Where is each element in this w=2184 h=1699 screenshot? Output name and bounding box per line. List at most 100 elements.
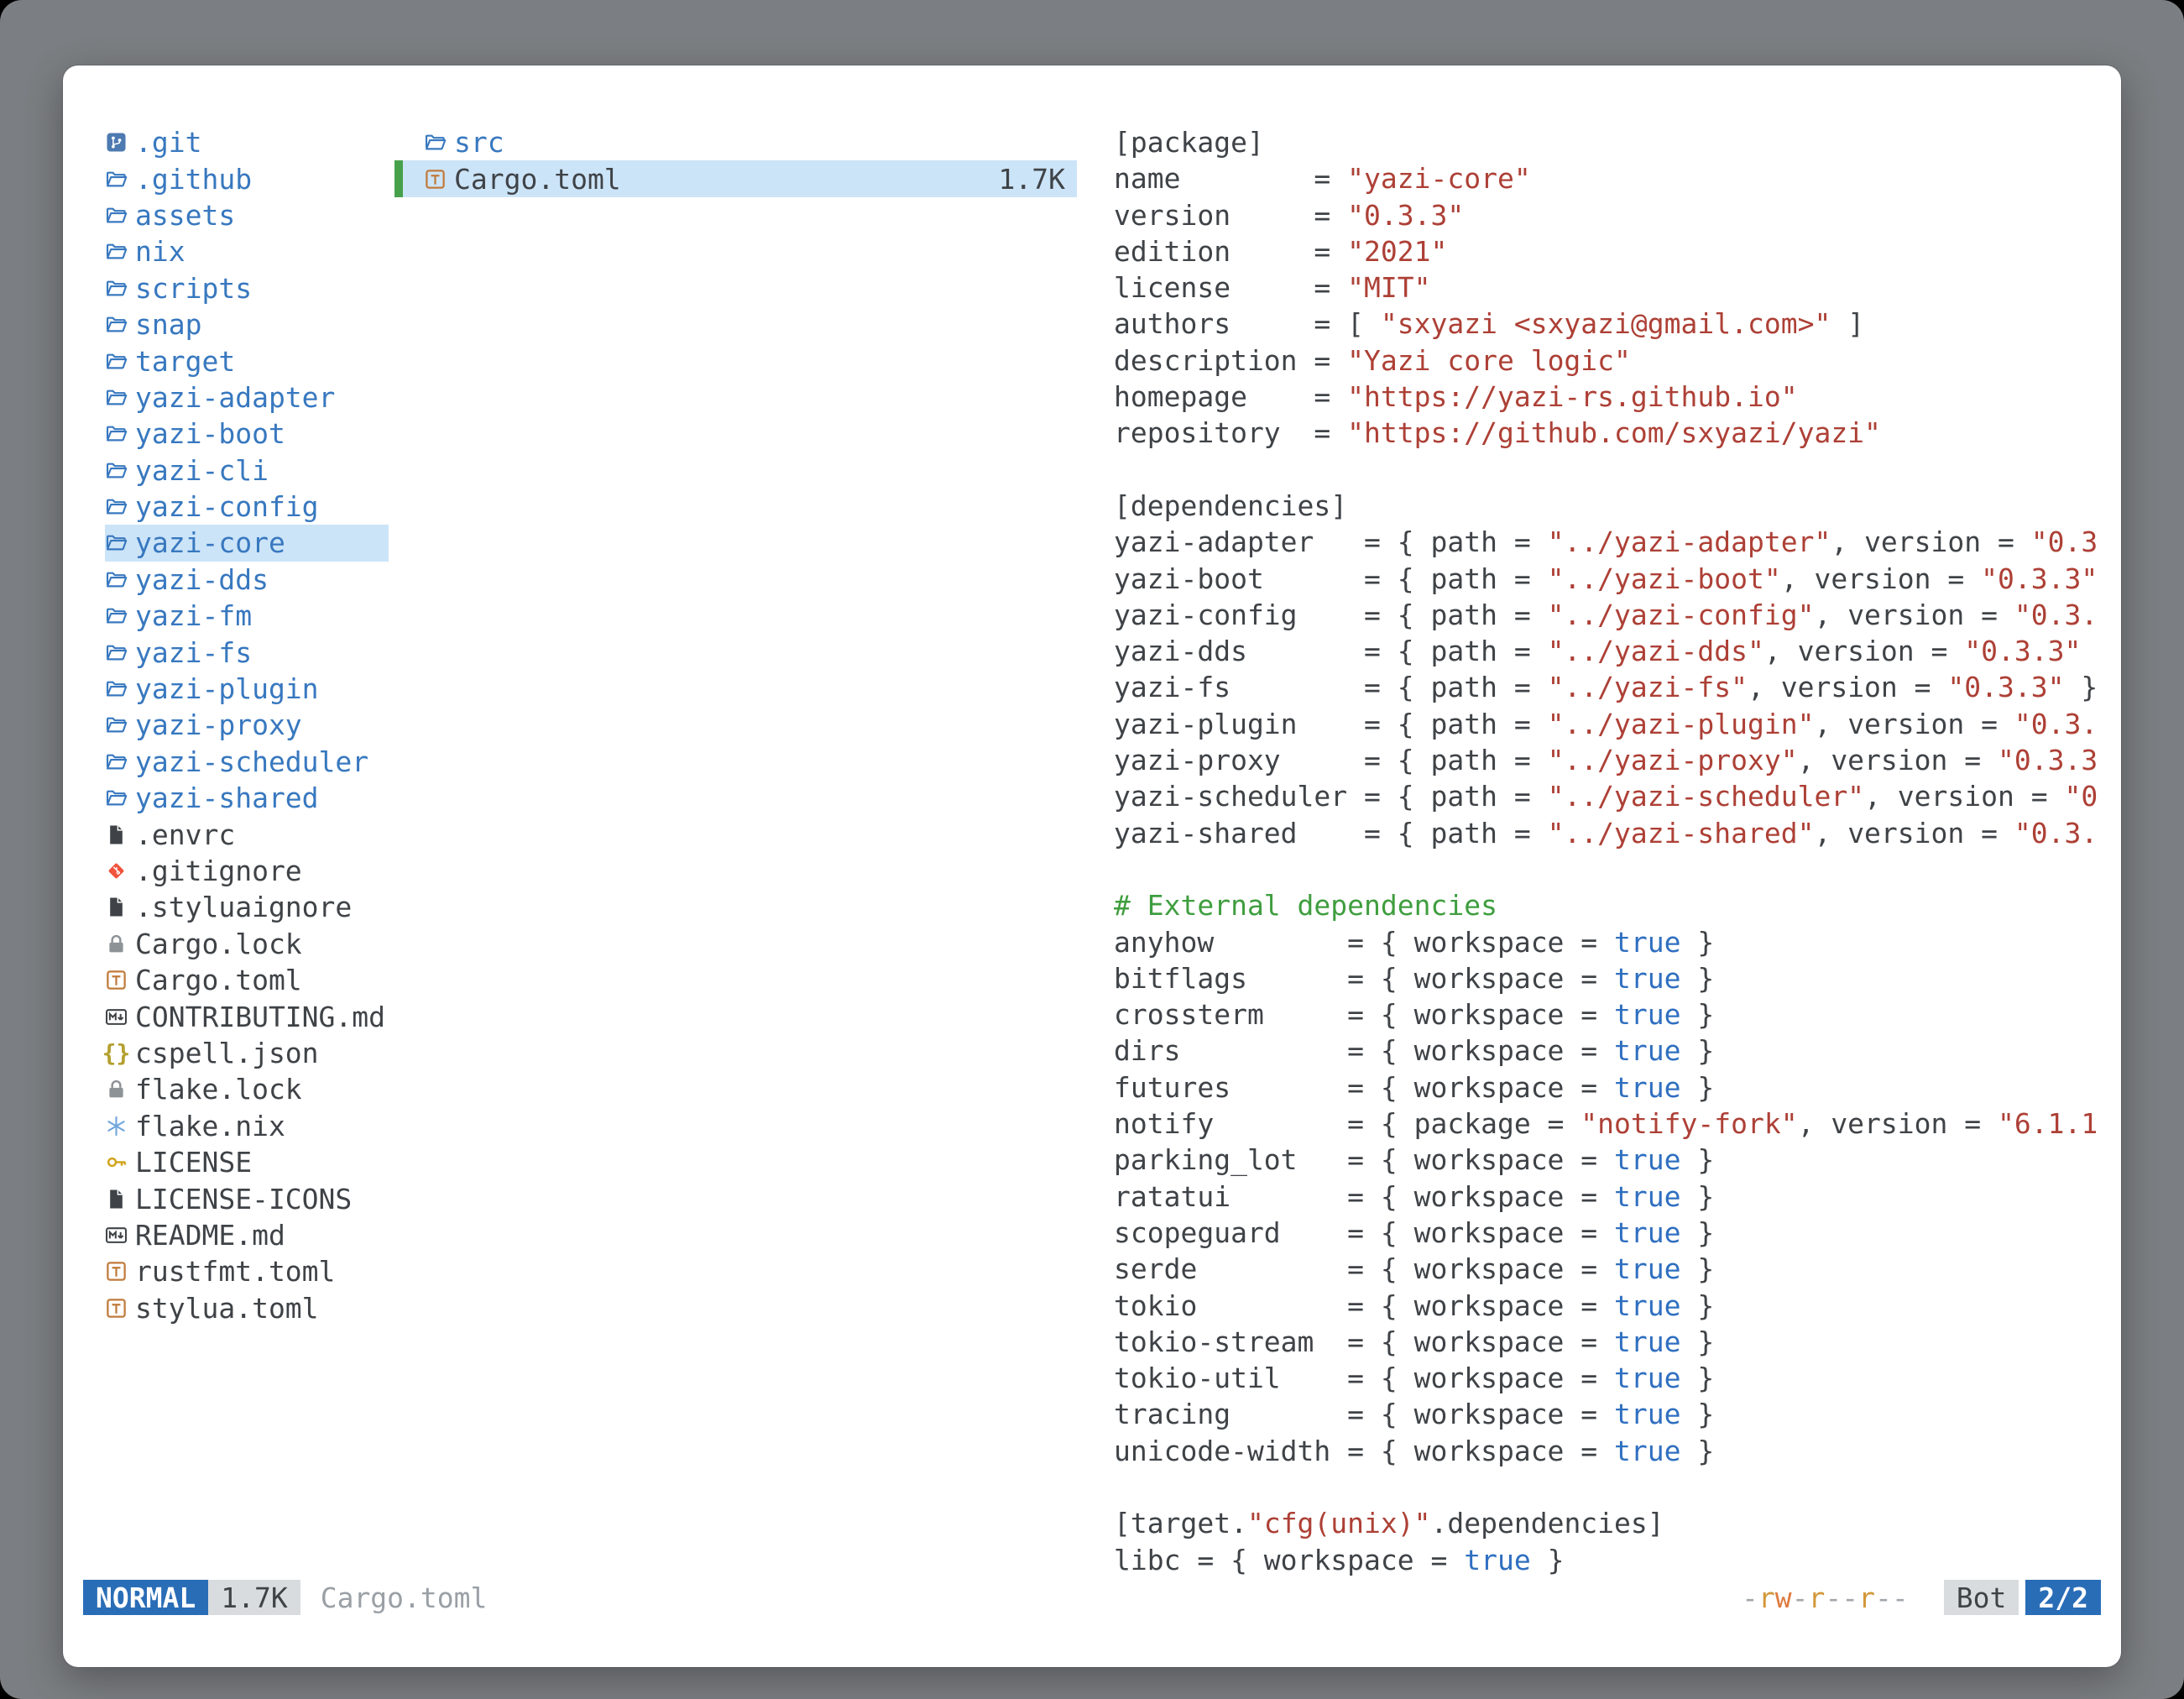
counter-badge: 2/2: [2025, 1580, 2101, 1615]
dir-item[interactable]: snap: [105, 306, 389, 342]
json-icon: {}: [105, 1042, 128, 1064]
code-line: dirs = { workspace = true }: [1114, 1032, 2110, 1069]
file-item[interactable]: README.md: [105, 1217, 389, 1253]
lock-icon: [105, 1078, 128, 1100]
item-label: yazi-boot: [135, 417, 285, 450]
file-item[interactable]: Cargo.toml1.7K: [394, 160, 1077, 196]
dir-item[interactable]: yazi-cli: [105, 452, 389, 489]
parent-pane: .git.githubassetsnixscriptssnaptargetyaz…: [105, 124, 389, 1326]
status-filename: Cargo.toml: [321, 1581, 488, 1614]
code-line: edition = "2021": [1114, 233, 2110, 269]
dir-item[interactable]: yazi-fm: [105, 598, 389, 634]
dir-item[interactable]: yazi-fs: [105, 634, 389, 670]
folder-icon: [105, 422, 128, 445]
toml-icon: [105, 1297, 128, 1320]
dir-item[interactable]: yazi-plugin: [105, 671, 389, 707]
dir-item[interactable]: yazi-proxy: [105, 707, 389, 743]
item-label: scripts: [135, 272, 252, 305]
dir-item[interactable]: yazi-shared: [105, 780, 389, 816]
dir-item[interactable]: target: [105, 342, 389, 379]
folder-icon: [105, 714, 128, 736]
toml-icon: [424, 168, 447, 191]
file-item[interactable]: .styluaignore: [105, 889, 389, 925]
dir-item[interactable]: src: [394, 124, 1077, 160]
file-item[interactable]: Cargo.toml: [105, 962, 389, 998]
dir-item[interactable]: yazi-scheduler: [105, 744, 389, 780]
code-line: parking_lot = { workspace = true }: [1114, 1142, 2110, 1178]
file-item[interactable]: .envrc: [105, 816, 389, 852]
dir-item[interactable]: .github: [105, 160, 389, 196]
code-line: yazi-dds = { path = "../yazi-dds", versi…: [1114, 633, 2110, 669]
item-label: flake.lock: [135, 1073, 302, 1106]
code-line: license = "MIT": [1114, 269, 2110, 306]
code-line: yazi-config = { path = "../yazi-config",…: [1114, 597, 2110, 633]
code-line: ratatui = { workspace = true }: [1114, 1179, 2110, 1215]
item-label: Cargo.toml: [135, 964, 302, 996]
file-item[interactable]: {}cspell.json: [105, 1035, 389, 1071]
dir-item[interactable]: yazi-config: [105, 489, 389, 525]
code-line: tokio = { workspace = true }: [1114, 1288, 2110, 1324]
yazi-window: .git.githubassetsnixscriptssnaptargetyaz…: [63, 65, 2121, 1667]
dir-item[interactable]: scripts: [105, 270, 389, 306]
dir-item[interactable]: nix: [105, 233, 389, 269]
folder-icon: [105, 568, 128, 591]
item-label: .github: [135, 163, 252, 196]
item-label: assets: [135, 199, 235, 232]
folder-icon: [105, 277, 128, 300]
file-size-badge: 1.7K: [208, 1580, 300, 1615]
file-item[interactable]: LICENSE-ICONS: [105, 1180, 389, 1216]
dir-item[interactable]: .git: [105, 124, 389, 160]
dir-item[interactable]: assets: [105, 197, 389, 233]
file-item[interactable]: CONTRIBUTING.md: [105, 998, 389, 1034]
status-bar: NORMAL 1.7K Cargo.toml -rw-r--r-- Bot 2/…: [83, 1580, 2101, 1615]
code-line: crossterm = { workspace = true }: [1114, 996, 2110, 1032]
code-line: tracing = { workspace = true }: [1114, 1396, 2110, 1432]
folder-icon: [105, 168, 128, 191]
code-line: [dependencies]: [1114, 488, 2110, 524]
code-line: [package]: [1114, 124, 2110, 160]
folder-icon: [105, 350, 128, 373]
code-line: [1114, 1469, 2110, 1505]
code-line: yazi-adapter = { path = "../yazi-adapter…: [1114, 524, 2110, 560]
file-item[interactable]: flake.nix: [105, 1108, 389, 1144]
file-item[interactable]: stylua.toml: [105, 1290, 389, 1326]
item-label: yazi-plugin: [135, 672, 319, 705]
code-line: yazi-shared = { path = "../yazi-shared",…: [1114, 815, 2110, 851]
toml-icon: [105, 969, 128, 991]
code-line: notify = { package = "notify-fork", vers…: [1114, 1106, 2110, 1142]
item-label: LICENSE-ICONS: [135, 1183, 352, 1215]
dir-item[interactable]: yazi-dds: [105, 562, 389, 598]
file-item[interactable]: rustfmt.toml: [105, 1253, 389, 1289]
position-badge: Bot: [1944, 1580, 2019, 1615]
item-label: README.md: [135, 1219, 285, 1252]
code-line: # External dependencies: [1114, 887, 2110, 923]
item-label: nix: [135, 235, 185, 268]
code-line: [target."cfg(unix)".dependencies]: [1114, 1505, 2110, 1541]
item-label: yazi-scheduler: [135, 745, 368, 778]
item-label: yazi-adapter: [135, 381, 335, 414]
dir-item[interactable]: yazi-core: [105, 525, 389, 561]
folder-icon: [105, 313, 128, 336]
code-line: homepage = "https://yazi-rs.github.io": [1114, 379, 2110, 415]
folder-icon: [105, 240, 128, 263]
code-line: unicode-width = { workspace = true }: [1114, 1433, 2110, 1469]
code-line: [1114, 851, 2110, 887]
file-item[interactable]: flake.lock: [105, 1071, 389, 1107]
file-item[interactable]: .gitignore: [105, 853, 389, 889]
folder-icon: [105, 787, 128, 809]
git-repo-icon: [105, 131, 128, 154]
file-icon: [105, 896, 128, 918]
key-icon: [105, 1151, 128, 1174]
folder-icon: [105, 386, 128, 409]
file-icon: [105, 1188, 128, 1210]
dir-item[interactable]: yazi-boot: [105, 416, 389, 452]
dir-item[interactable]: yazi-adapter: [105, 379, 389, 416]
item-label: .envrc: [135, 818, 235, 851]
code-line: authors = [ "sxyazi <sxyazi@gmail.com>" …: [1114, 306, 2110, 342]
code-line: yazi-proxy = { path = "../yazi-proxy", v…: [1114, 742, 2110, 778]
code-line: yazi-plugin = { path = "../yazi-plugin",…: [1114, 706, 2110, 742]
file-item[interactable]: Cargo.lock: [105, 926, 389, 962]
preview-pane[interactable]: [package]name = "yazi-core"version = "0.…: [1114, 124, 2110, 1585]
file-item[interactable]: LICENSE: [105, 1144, 389, 1180]
folder-icon: [105, 495, 128, 518]
